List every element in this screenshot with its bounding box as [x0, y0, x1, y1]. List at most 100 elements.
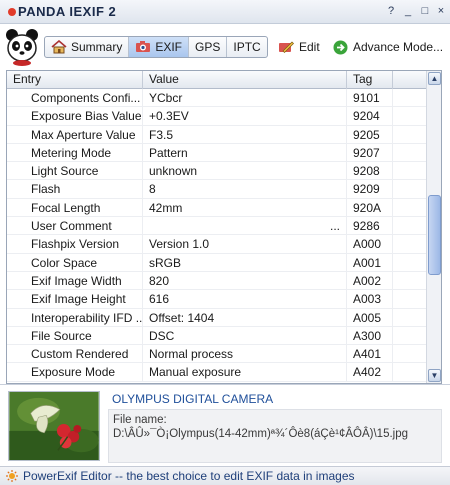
filler-cell [393, 180, 427, 198]
help-button[interactable]: ? [384, 4, 398, 18]
status-bar: PowerExif Editor -- the best choice to e… [0, 466, 450, 485]
tag-cell: 9101 [347, 89, 393, 107]
value-cell[interactable]: ... [143, 217, 347, 236]
maximize-button[interactable]: □ [418, 4, 432, 18]
table-row[interactable]: Flashpix Version Version 1.0 A000 [7, 235, 427, 254]
filler-cell [393, 254, 427, 272]
value-cell[interactable]: YCbcr [143, 89, 347, 107]
window-title: PANDA IEXIF 2 [18, 4, 117, 19]
table-row[interactable]: Interoperability IFD ... Offset: 1404 A005 [7, 308, 427, 327]
value-text: Pattern [149, 145, 188, 160]
entry-cell: Exif Image Width [7, 271, 143, 290]
column-header-filler [393, 71, 427, 89]
vertical-scrollbar[interactable]: ▲ ▼ [426, 71, 441, 383]
table-row[interactable]: Focal Length 42mm 920A [7, 198, 427, 218]
value-extra[interactable]: ... [330, 217, 340, 235]
value-text: +0.3EV [149, 109, 189, 124]
value-cell[interactable]: Normal process [143, 345, 347, 364]
entry-cell: Color Space [7, 253, 143, 272]
advance-mode-button[interactable]: Advance Mode... [333, 38, 443, 56]
value-text: 616 [149, 292, 170, 307]
table-row[interactable]: File Source DSC A300 [7, 326, 427, 346]
value-cell[interactable]: unknown [143, 162, 347, 181]
entry-cell: File Source [7, 326, 143, 345]
advance-mode-label: Advance Mode... [353, 40, 444, 54]
edit-button[interactable]: Edit [278, 38, 320, 56]
tab-summary[interactable]: Summary [45, 37, 130, 57]
table-row[interactable]: Custom Rendered Normal process A401 [7, 345, 427, 364]
value-text: Offset: 1404 [149, 310, 215, 325]
scroll-down-button[interactable]: ▼ [428, 369, 441, 382]
value-text: YCbcr [149, 91, 183, 105]
value-cell[interactable]: 8 [143, 180, 347, 199]
filler-cell [393, 89, 427, 107]
minimize-button[interactable]: _ [401, 4, 415, 18]
value-cell[interactable]: 42mm [143, 198, 347, 217]
value-cell[interactable]: +0.3EV [143, 107, 347, 126]
entry-cell: User Comment [7, 217, 143, 236]
value-cell[interactable]: 616 [143, 290, 347, 309]
tag-cell: 920A [347, 198, 393, 217]
value-cell[interactable]: Manual exposure [143, 363, 347, 382]
tag-cell: 9205 [347, 125, 393, 144]
value-cell[interactable]: Version 1.0 [143, 235, 347, 254]
value-text: Normal process [149, 347, 234, 362]
tag-cell: A001 [347, 253, 393, 272]
value-text: sRGB [149, 255, 182, 270]
table-row[interactable]: Metering Mode Pattern 9207 [7, 143, 427, 163]
filler-cell [393, 363, 427, 381]
value-cell[interactable]: 820 [143, 271, 347, 290]
column-header-entry[interactable]: Entry [7, 71, 143, 89]
filler-cell [393, 309, 427, 327]
status-text: PowerExif Editor -- the best choice to e… [23, 469, 355, 483]
table-row[interactable]: Light Source unknown 9208 [7, 162, 427, 181]
table-row[interactable]: Exposure Bias Value +0.3EV 9204 [7, 107, 427, 126]
entry-cell: Max Aperture Value [7, 125, 143, 144]
value-cell[interactable]: Pattern [143, 143, 347, 162]
entry-cell: Custom Rendered [7, 345, 143, 364]
table-row[interactable]: Components Confi... YCbcr 9101 [7, 89, 427, 108]
table-row[interactable]: Color Space sRGB A001 [7, 253, 427, 272]
tab-exif[interactable]: EXIF [129, 37, 190, 57]
view-tabs: Summary EXIF GPS IPTC [44, 36, 268, 58]
photo-thumbnail[interactable] [8, 391, 100, 461]
entry-cell: Focal Length [7, 198, 143, 217]
column-header-tag[interactable]: Tag [347, 71, 393, 89]
filler-cell [393, 345, 427, 363]
entry-cell: Exif Image Height [7, 290, 143, 309]
filler-cell [393, 235, 427, 253]
tab-iptc[interactable]: IPTC [227, 37, 266, 57]
grid-header: Entry Value Tag [7, 71, 427, 89]
grid-body: Components Confi... YCbcr 9101 Exposure Bia… [7, 89, 427, 383]
table-row[interactable]: Max Aperture Value F3.5 9205 [7, 125, 427, 144]
value-cell[interactable]: DSC [143, 326, 347, 345]
value-cell[interactable]: sRGB [143, 253, 347, 272]
value-text: unknown [149, 164, 198, 179]
value-cell[interactable]: Offset: 1404 [143, 308, 347, 327]
title-bar: PANDA IEXIF 2 ? _ □ × [0, 0, 450, 24]
table-row[interactable]: Exif Image Width 820 A002 [7, 271, 427, 291]
preview-panel: OLYMPUS DIGITAL CAMERA File name: D:\ÂÛ»… [0, 384, 450, 466]
tag-cell: A402 [347, 363, 393, 382]
column-header-value[interactable]: Value [143, 71, 347, 89]
table-row[interactable]: Exposure Mode Manual exposure A402 [7, 363, 427, 382]
table-row[interactable]: Flash 8 9209 [7, 180, 427, 199]
value-text: Version 1.0 [149, 237, 210, 252]
edit-icon [279, 41, 294, 53]
tab-gps[interactable]: GPS [189, 37, 228, 57]
value-text: DSC [149, 328, 175, 343]
value-cell[interactable]: F3.5 [143, 125, 347, 144]
edit-label: Edit [299, 40, 320, 54]
close-button[interactable]: × [434, 4, 448, 18]
filler-cell [393, 126, 427, 144]
table-row[interactable]: Exif Image Height 616 A003 [7, 290, 427, 309]
house-icon [51, 40, 67, 54]
scroll-up-button[interactable]: ▲ [428, 72, 441, 85]
table-row[interactable]: User Comment... 9286 [7, 217, 427, 236]
scroll-thumb[interactable] [428, 195, 441, 275]
tag-cell: 9204 [347, 107, 393, 126]
camera-model: OLYMPUS DIGITAL CAMERA [112, 392, 274, 406]
tab-exif-label: EXIF [155, 40, 183, 54]
entry-cell: Flashpix Version [7, 235, 143, 254]
sun-icon [6, 470, 18, 482]
